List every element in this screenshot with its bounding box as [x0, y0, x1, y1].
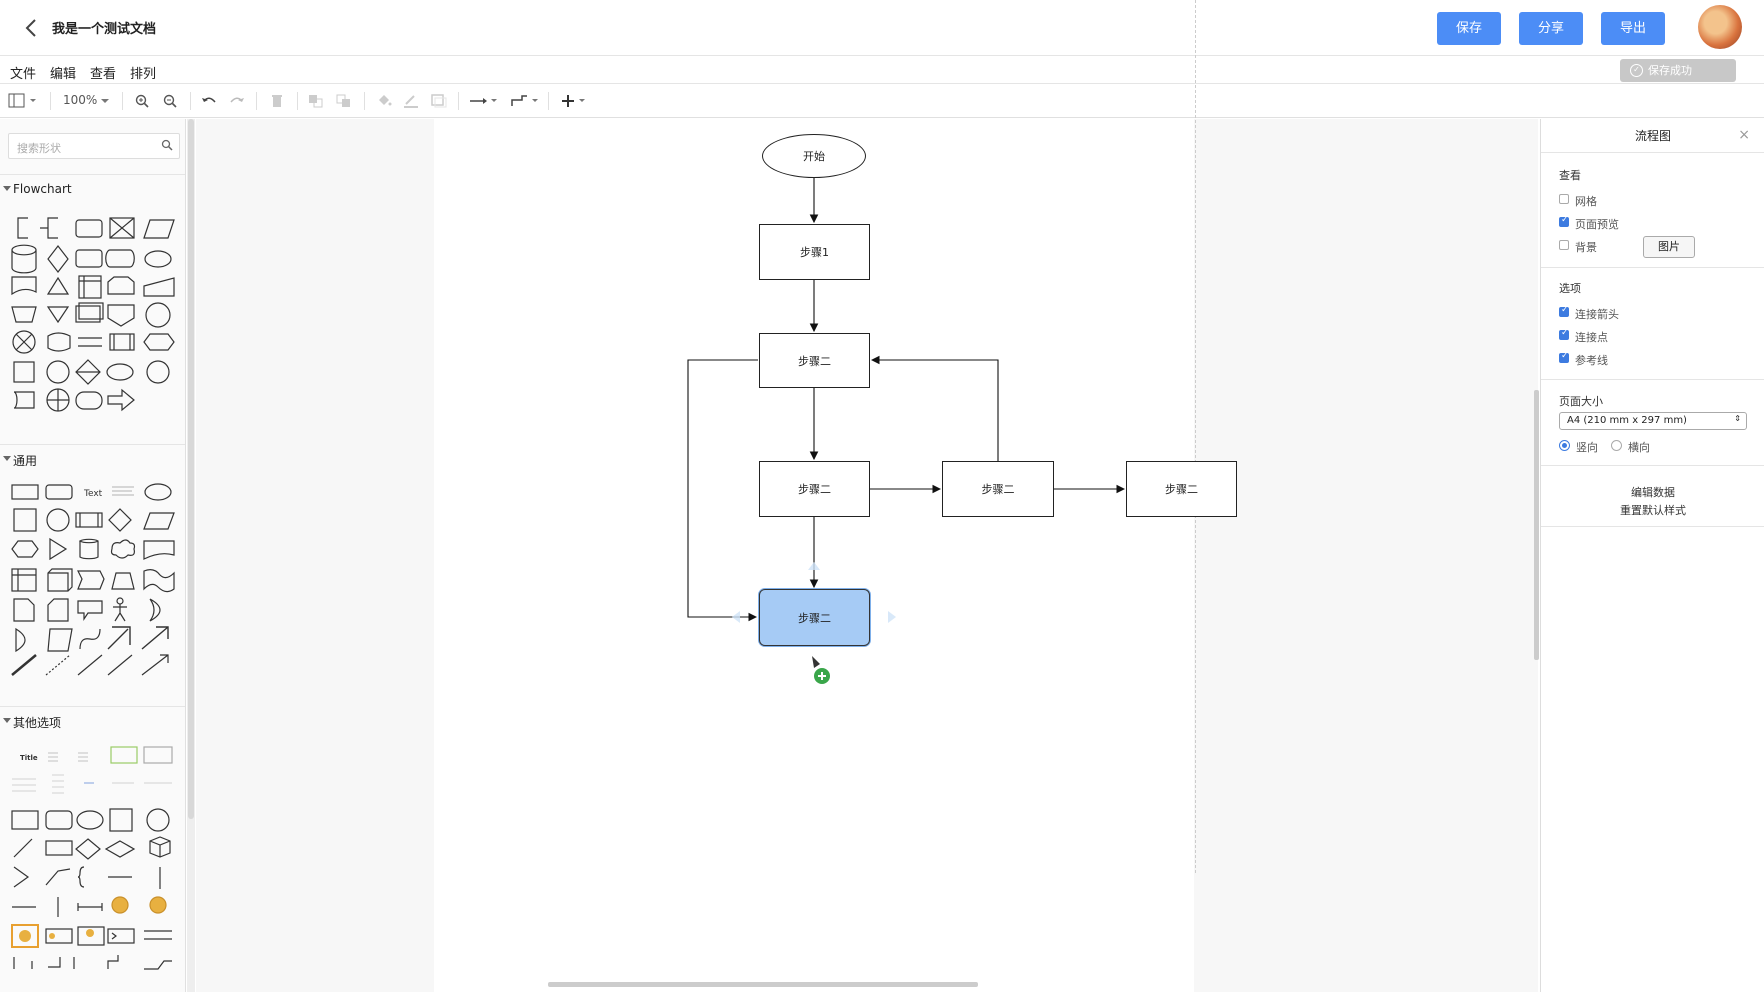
edit-data-link[interactable]: 编辑数据 — [1541, 484, 1764, 500]
connectors — [687, 177, 1126, 684]
page-size-select[interactable]: A4 (210 mm x 297 mm) ⇕ — [1559, 412, 1747, 430]
step2-node-d[interactable]: 步骤二 — [1126, 461, 1237, 517]
page-size-value: A4 (210 mm x 297 mm) — [1567, 415, 1687, 426]
start-node[interactable]: 开始 — [762, 134, 866, 178]
checkbox-box — [1559, 215, 1569, 227]
step2-node-a[interactable]: 步骤二 — [759, 333, 870, 388]
checkbox-label: 参考线 — [1575, 354, 1608, 367]
select-arrows-icon: ⇕ — [1734, 414, 1741, 423]
panel-title: 流程图 — [1541, 119, 1764, 153]
radio-label: 横向 — [1628, 441, 1650, 454]
checkbox-label: 背景 — [1575, 241, 1597, 254]
step2-node-c[interactable]: 步骤二 — [942, 461, 1054, 517]
view-section-label: 查看 — [1559, 169, 1581, 182]
options-section-label: 选项 — [1559, 282, 1581, 295]
checkbox-box — [1559, 240, 1569, 250]
checkbox-label: 连接箭头 — [1575, 308, 1619, 321]
checkbox-box — [1559, 194, 1569, 204]
canvas-horizontal-scrollbar[interactable] — [548, 982, 978, 987]
radio-label: 竖向 — [1576, 441, 1598, 454]
checkbox-box — [1559, 328, 1569, 340]
radio-dot — [1611, 440, 1622, 451]
step2-node-selected[interactable]: 步骤二 — [759, 589, 870, 646]
checkbox-label: 连接点 — [1575, 331, 1608, 344]
page-size-label: 页面大小 — [1559, 395, 1603, 408]
step1-node[interactable]: 步骤1 — [759, 224, 870, 280]
close-icon[interactable]: × — [1738, 127, 1750, 143]
radio-dot — [1559, 440, 1570, 451]
reset-style-link[interactable]: 重置默认样式 — [1541, 502, 1764, 518]
canvas-vertical-scrollbar[interactable] — [1534, 390, 1539, 660]
step2-node-b[interactable]: 步骤二 — [759, 461, 870, 517]
format-panel: 流程图 × 查看 网格 页面预览 背景 图片 选项 连接箭头 连接点 参考线 页… — [1540, 119, 1764, 992]
checkbox-label: 页面预览 — [1575, 218, 1619, 231]
checkbox-box — [1559, 305, 1569, 317]
checkbox-box — [1559, 351, 1569, 363]
checkbox-label: 网格 — [1575, 195, 1597, 208]
background-image-button[interactable]: 图片 — [1643, 236, 1695, 258]
add-connection-icon[interactable] — [812, 656, 830, 684]
